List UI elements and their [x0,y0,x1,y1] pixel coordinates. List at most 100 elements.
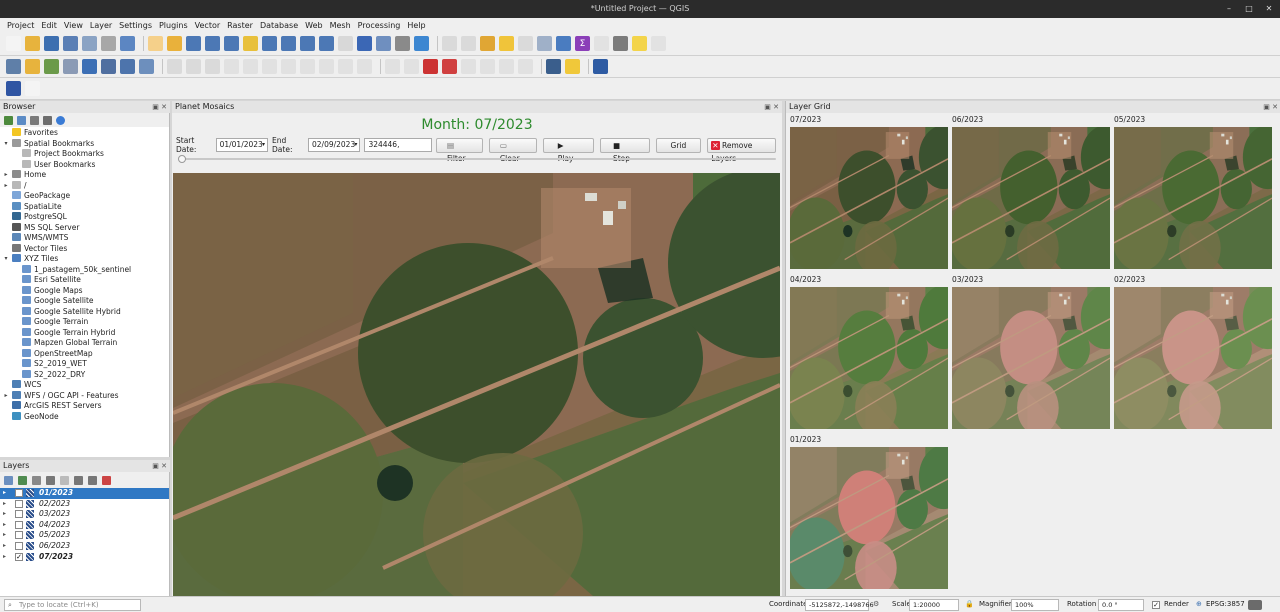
label-props-icon[interactable] [518,59,533,74]
chevron-right-icon[interactable]: ▸ [3,520,6,531]
minimize-button[interactable]: – [1224,0,1234,18]
filter-button[interactable]: ▤ Filter [435,137,483,163]
browser-item[interactable]: GeoPackage [0,191,169,202]
play-button[interactable]: ▶ Play [542,137,594,163]
menu-layer[interactable]: Layer [87,21,115,30]
panel-float-close-icon[interactable]: ▣ ✕ [152,101,167,113]
new-spatialite-icon[interactable] [63,59,78,74]
chevron-right-icon[interactable]: ▸ [3,181,9,192]
filter-expression-icon[interactable] [60,475,69,485]
chevron-right-icon[interactable]: ▸ [3,391,9,402]
layer-grid-cell[interactable]: 06/2023 [948,115,1110,273]
layer-row[interactable]: ▸ 04/2023 [0,520,169,531]
identify-icon[interactable] [442,36,457,51]
print-layout-icon[interactable] [82,36,97,51]
browser-item[interactable]: PostgreSQL [0,212,169,223]
browser-item[interactable]: Vector Tiles [0,243,169,255]
end-date-field[interactable]: 02/09/2023 ▾ [308,138,361,152]
start-date-field[interactable]: 01/01/2023 ▾ [215,138,269,152]
python-console-icon[interactable] [565,59,580,74]
new-bookmark-icon[interactable] [357,36,372,51]
menu-database[interactable]: Database [257,21,301,30]
new-shapefile-icon[interactable] [44,59,59,74]
slider-handle[interactable] [178,155,186,163]
browser-item[interactable]: Mapzen Global Terrain [0,338,169,349]
browser-item[interactable]: ▾ XYZ Tiles [0,254,169,265]
save-project-icon[interactable] [44,36,59,51]
edit-vertex-icon[interactable] [186,59,201,74]
panel-float-close-icon[interactable]: ▣ ✕ [152,460,167,472]
label-icon[interactable] [385,59,400,74]
coordinate-field[interactable]: -5125872,-1498766 [805,599,874,611]
layer-visibility-checkbox[interactable] [15,541,23,550]
layer-grid-cell[interactable]: 05/2023 [1110,115,1272,273]
label-toolbar-icon[interactable] [423,59,438,74]
info-icon[interactable] [56,115,65,125]
grid-button[interactable]: Grid [655,137,702,153]
browser-item[interactable]: ▾ Spatial Bookmarks [0,138,169,150]
browser-item[interactable]: OpenStreetMap [0,348,169,360]
add-group-icon[interactable] [18,475,27,485]
temporal-icon[interactable] [395,36,410,51]
zoom-selection-icon[interactable] [243,36,258,51]
redo-icon[interactable] [357,59,372,74]
browser-item[interactable]: Google Terrain Hybrid [0,327,169,339]
browser-item[interactable]: Favorites [0,128,169,139]
layer-grid-cell[interactable]: 04/2023 [786,275,948,433]
menu-plugins[interactable]: Plugins [156,21,191,30]
scale-field[interactable]: 1:20000 [909,599,959,611]
menu-vector[interactable]: Vector [192,21,224,30]
month-slider[interactable] [178,155,776,163]
toggle-editing-icon[interactable] [120,59,135,74]
python-qgis-icon[interactable] [546,59,561,74]
browser-item[interactable]: MS SQL Server [0,222,169,234]
layer-row[interactable]: ▸ 02/2023 [0,499,169,510]
layer-grid-cell[interactable]: 07/2023 [786,115,948,273]
paste-icon[interactable] [319,59,334,74]
planet-plugin-icon[interactable] [6,81,21,96]
select-icon[interactable] [461,36,476,51]
digitize-line-icon[interactable] [205,59,220,74]
add-selected-icon[interactable] [4,115,13,125]
menu-help[interactable]: Help [404,21,428,30]
chevron-right-icon[interactable]: ▸ [3,488,6,499]
zoom-last-icon[interactable] [300,36,315,51]
panel-float-close-icon[interactable]: ▣ ✕ [1263,101,1278,113]
zoom-next-icon[interactable] [319,36,334,51]
expand-all-icon[interactable] [74,475,83,485]
zoom-native-icon[interactable] [281,36,296,51]
browser-item[interactable]: ▸ / [0,180,169,192]
browser-item[interactable]: WCS [0,380,169,391]
rotate-label-icon[interactable] [461,59,476,74]
browser-item[interactable]: 1_pastagem_50k_sentinel [0,264,169,276]
open-project-icon[interactable] [25,36,40,51]
layer-visibility-checkbox[interactable] [15,510,23,519]
menu-settings[interactable]: Settings [116,21,155,30]
undo-icon[interactable] [338,59,353,74]
remove-layers-button[interactable]: ✕ Remove Layers [707,137,777,163]
filter-legend-icon[interactable] [46,475,55,485]
crs-globe-icon[interactable]: ⊕ [1196,600,1202,608]
diagram-icon[interactable] [499,59,514,74]
change-label-icon[interactable] [480,59,495,74]
help-icon[interactable] [593,59,608,74]
layout-manager-icon[interactable] [101,36,116,51]
chevron-right-icon[interactable]: ▸ [3,541,6,552]
zoom-out-icon[interactable] [205,36,220,51]
layer-grid-cell[interactable]: 02/2023 [1110,275,1272,433]
layer-row[interactable]: ▸ 03/2023 [0,509,169,520]
chevron-right-icon[interactable]: ▸ [3,552,6,563]
remove-layer-icon[interactable] [102,475,111,485]
collapse-all-icon[interactable] [88,475,97,485]
collapse-all-icon[interactable] [43,115,52,125]
browser-item[interactable]: Google Terrain [0,317,169,328]
measure-icon[interactable] [518,36,533,51]
delete-icon[interactable] [262,59,277,74]
render-checkbox[interactable]: ✓ [1152,601,1160,609]
save-as-icon[interactable] [63,36,78,51]
layer-row[interactable]: ▸ 06/2023 [0,541,169,552]
locator-search-input[interactable]: ⌕ Type to locate (Ctrl+K) [4,599,141,611]
chevron-down-icon[interactable]: ▾ [3,254,9,265]
coordinates-field[interactable]: 324446, -46.022960 [364,138,432,152]
map-canvas[interactable] [173,173,780,596]
